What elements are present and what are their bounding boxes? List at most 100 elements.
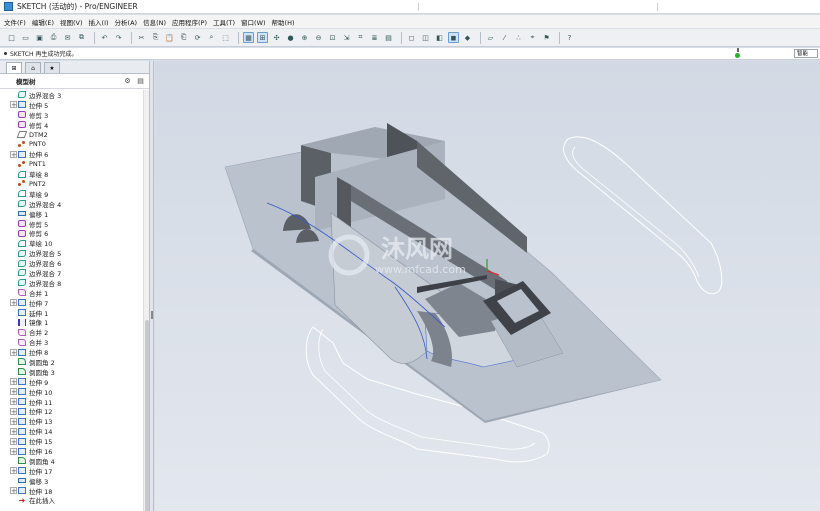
- select-box-icon[interactable]: ⬚: [220, 32, 231, 43]
- redo-icon[interactable]: ↷: [113, 32, 124, 43]
- tree-item[interactable]: 边界混合 5: [0, 248, 143, 258]
- tree-item[interactable]: 修剪 4: [0, 120, 143, 130]
- menu-item[interactable]: 编辑(E): [32, 17, 54, 27]
- tree-item[interactable]: 边界混合 7: [0, 268, 143, 278]
- tree-item[interactable]: 倒圆角 4: [0, 456, 143, 466]
- annotation-icon[interactable]: ⚑: [541, 32, 552, 43]
- tree-item[interactable]: DTM2: [0, 130, 143, 140]
- expand-icon[interactable]: +: [10, 348, 17, 356]
- tree-item[interactable]: PNT0: [0, 139, 143, 149]
- spin-center-icon[interactable]: ✣: [271, 32, 282, 43]
- tree-item[interactable]: 修剪 5: [0, 219, 143, 229]
- expand-icon[interactable]: +: [10, 427, 17, 435]
- paste-special-icon[interactable]: ⎗: [178, 32, 189, 43]
- menu-item[interactable]: 插入(I): [89, 17, 109, 27]
- new-icon[interactable]: □: [6, 32, 17, 43]
- tree-item[interactable]: PNT2: [0, 179, 143, 189]
- tree-item[interactable]: + 拉伸 18: [0, 486, 143, 496]
- tree-item[interactable]: ➜ 在此插入: [0, 496, 143, 505]
- tree-item[interactable]: 倒圆角 3: [0, 367, 143, 377]
- tree-item[interactable]: 边界混合 6: [0, 258, 143, 268]
- tree-item[interactable]: + 拉伸 9: [0, 377, 143, 387]
- expand-icon[interactable]: +: [10, 437, 17, 445]
- tree-item[interactable]: 草绘 9: [0, 189, 143, 199]
- menu-item[interactable]: 应用程序(P): [172, 17, 207, 27]
- tree-item[interactable]: 合并 1: [0, 288, 143, 298]
- model-render[interactable]: 沐风网 www.mfcad.com: [155, 61, 820, 511]
- splitter-grip-icon[interactable]: [151, 311, 153, 319]
- tree-item[interactable]: 镜像 1: [0, 317, 143, 327]
- saved-views-icon[interactable]: ⌗: [355, 32, 366, 43]
- menu-item[interactable]: 信息(N): [143, 17, 166, 27]
- reorient-icon[interactable]: ⇲: [341, 32, 352, 43]
- expand-icon[interactable]: +: [10, 150, 17, 158]
- expand-icon[interactable]: +: [10, 407, 17, 415]
- graphics-window[interactable]: 沐风网 www.mfcad.com: [155, 61, 820, 511]
- panel-splitter[interactable]: [150, 61, 154, 511]
- tree-item[interactable]: + 拉伸 11: [0, 397, 143, 407]
- layers-icon[interactable]: ≣: [369, 32, 380, 43]
- expand-icon[interactable]: +: [10, 447, 17, 455]
- copy-icon[interactable]: ⎘: [150, 32, 161, 43]
- datum-planes-icon[interactable]: ▱: [485, 32, 496, 43]
- tree-item[interactable]: PNT1: [0, 159, 143, 169]
- cut-icon[interactable]: ✂: [136, 32, 147, 43]
- coordinate-systems-icon[interactable]: ⌖: [527, 32, 538, 43]
- regenerate-icon[interactable]: ⟳: [192, 32, 203, 43]
- tree-item[interactable]: + 拉伸 5: [0, 100, 143, 110]
- menu-item[interactable]: 窗口(W): [241, 17, 266, 27]
- expand-icon[interactable]: +: [10, 487, 17, 495]
- tree-settings-icon[interactable]: ⚙: [123, 77, 132, 85]
- scrollbar-thumb[interactable]: [145, 320, 149, 511]
- tree-item[interactable]: 草绘 8: [0, 169, 143, 179]
- no-hidden-icon[interactable]: ◧: [434, 32, 445, 43]
- expand-icon[interactable]: +: [10, 467, 17, 475]
- tree-item[interactable]: 偏移 3: [0, 476, 143, 486]
- tree-item[interactable]: + 拉伸 10: [0, 387, 143, 397]
- tab-model-tree[interactable]: ⊞: [6, 62, 22, 73]
- hidden-line-icon[interactable]: ◫: [420, 32, 431, 43]
- tree-item[interactable]: 偏移 1: [0, 209, 143, 219]
- expand-icon[interactable]: +: [10, 388, 17, 396]
- expand-icon[interactable]: +: [10, 417, 17, 425]
- tree-item[interactable]: + 拉伸 7: [0, 298, 143, 308]
- show-menu-icon[interactable]: ▤: [136, 77, 145, 85]
- wireframe-icon[interactable]: ◻: [406, 32, 417, 43]
- print-icon[interactable]: ⎙: [48, 32, 59, 43]
- tree-item[interactable]: + 拉伸 12: [0, 407, 143, 416]
- tree-item[interactable]: + 拉伸 16: [0, 446, 143, 456]
- expand-icon[interactable]: +: [10, 378, 17, 386]
- menu-item[interactable]: 文件(F): [4, 17, 26, 27]
- menu-item[interactable]: 工具(T): [213, 17, 235, 27]
- orient-icon[interactable]: ⊞: [257, 32, 268, 43]
- tree-item[interactable]: 边界混合 4: [0, 199, 143, 209]
- shaded-icon[interactable]: ◼: [448, 32, 459, 43]
- tab-folder-browser[interactable]: ⌂: [25, 62, 41, 73]
- tab-favorites[interactable]: ★: [44, 62, 60, 73]
- tree-item[interactable]: 合并 3: [0, 337, 143, 347]
- enhanced-realism-icon[interactable]: ◆: [462, 32, 473, 43]
- shading-icon[interactable]: ●: [285, 32, 296, 43]
- tree-item[interactable]: + 拉伸 14: [0, 426, 143, 436]
- tree-item[interactable]: 边界混合 8: [0, 278, 143, 288]
- find-icon[interactable]: ⌕: [206, 32, 217, 43]
- tree-scrollbar[interactable]: [143, 90, 149, 511]
- email-icon[interactable]: ✉: [62, 32, 73, 43]
- zoom-out-icon[interactable]: ⊖: [313, 32, 324, 43]
- undo-icon[interactable]: ↶: [99, 32, 110, 43]
- view-manager-icon[interactable]: ▤: [383, 32, 394, 43]
- datum-points-icon[interactable]: ∴: [513, 32, 524, 43]
- open-icon[interactable]: ▭: [20, 32, 31, 43]
- tree-item[interactable]: + 拉伸 6: [0, 149, 143, 159]
- tree-item[interactable]: 修剪 3: [0, 110, 143, 120]
- copy-window-icon[interactable]: ⧉: [76, 32, 87, 43]
- tree-item[interactable]: 草绘 10: [0, 238, 143, 248]
- tree-item[interactable]: 合并 2: [0, 327, 143, 337]
- paste-icon[interactable]: 📋: [164, 32, 175, 43]
- sketch-view-icon[interactable]: ▦: [243, 32, 254, 43]
- tree-item[interactable]: 延伸 1: [0, 308, 143, 318]
- expand-icon[interactable]: +: [10, 101, 17, 109]
- selection-filter-select[interactable]: 智能: [794, 49, 818, 58]
- tree-item[interactable]: + 拉伸 13: [0, 416, 143, 426]
- datum-axes-icon[interactable]: ⁄: [499, 32, 510, 43]
